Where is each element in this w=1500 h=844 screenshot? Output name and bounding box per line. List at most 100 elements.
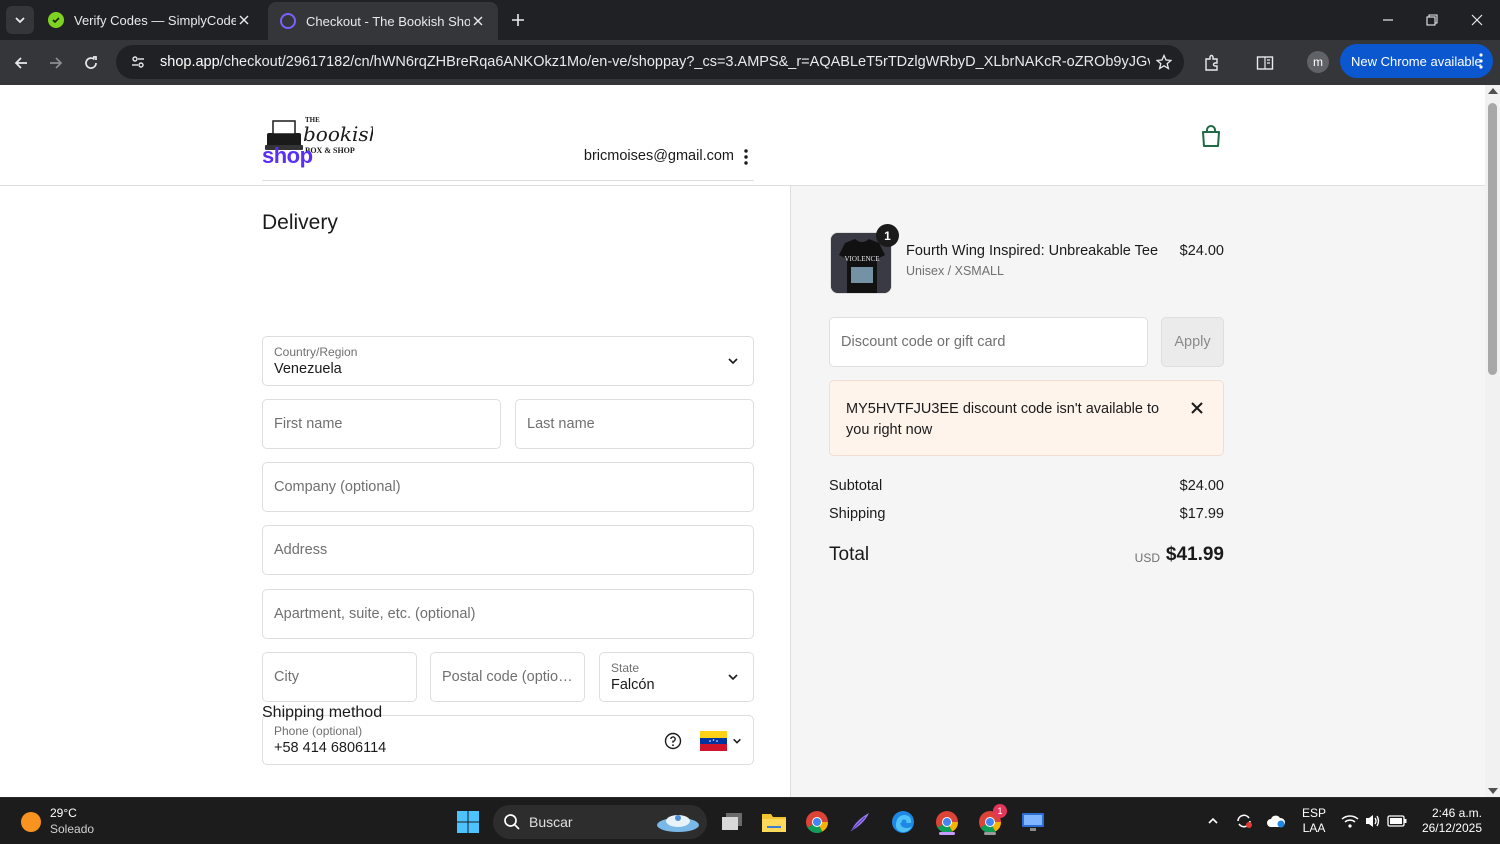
- shop-favicon-icon: [280, 13, 296, 29]
- clock-time: 2:46 a.m.: [1431, 806, 1482, 820]
- bookmark-button[interactable]: [1152, 50, 1176, 74]
- city-placeholder: City: [274, 669, 299, 685]
- reload-button[interactable]: [77, 49, 105, 77]
- file-explorer-button[interactable]: [758, 806, 790, 838]
- profile-avatar[interactable]: m: [1307, 51, 1329, 73]
- country-select[interactable]: Country/Region Venezuela: [262, 336, 754, 386]
- page-scrollbar[interactable]: [1485, 85, 1500, 797]
- chrome-profile-m-button[interactable]: [931, 806, 963, 838]
- product-price: $24.00: [1179, 243, 1224, 259]
- tab-simplycodes[interactable]: Verify Codes — SimplyCodes: [36, 0, 264, 40]
- new-tab-button[interactable]: [506, 8, 530, 32]
- language-code: ESP: [1302, 806, 1327, 820]
- sun-icon[interactable]: [21, 812, 41, 832]
- close-icon[interactable]: [470, 13, 486, 29]
- postal-code-input[interactable]: Postal code (option…: [430, 652, 585, 702]
- shipping-value: $17.99: [1179, 506, 1224, 522]
- address-input[interactable]: Address: [262, 525, 754, 575]
- first-name-placeholder: First name: [274, 416, 343, 432]
- company-input[interactable]: Company (optional): [262, 462, 754, 512]
- tab-title: Verify Codes — SimplyCodes: [74, 12, 236, 28]
- arrow-left-icon: [14, 57, 27, 69]
- scroll-up-arrow-icon[interactable]: [1488, 88, 1498, 94]
- scroll-down-arrow-icon[interactable]: [1488, 788, 1498, 794]
- shipping-label: Shipping: [829, 506, 886, 522]
- taskbar-search[interactable]: Buscar: [493, 805, 707, 839]
- url-path: /checkout/29617182/cn/hWN6rqZHBreRqa6ANK…: [219, 54, 1150, 70]
- weather-description[interactable]: Soleado: [50, 822, 94, 836]
- tab-checkout[interactable]: Checkout - The Bookish Shop: [268, 2, 498, 40]
- wifi-tray-button[interactable]: [1339, 798, 1361, 844]
- back-button[interactable]: [7, 49, 35, 77]
- start-button[interactable]: [452, 806, 484, 838]
- close-icon[interactable]: [236, 12, 252, 28]
- folder-icon: [762, 814, 786, 832]
- discount-code-input[interactable]: Discount code or gift card: [829, 317, 1148, 367]
- state-value: Falcón: [611, 677, 655, 693]
- weather-temperature[interactable]: 29°C: [50, 806, 77, 820]
- phone-country-select[interactable]: [700, 731, 752, 753]
- simplycodes-favicon-icon: [48, 12, 64, 28]
- state-select[interactable]: State Falcón: [599, 652, 754, 702]
- feather-icon: [850, 813, 869, 832]
- phone-input[interactable]: Phone (optional) +58 414 6806114: [262, 715, 754, 765]
- forward-button[interactable]: [42, 49, 70, 77]
- apartment-input[interactable]: Apartment, suite, etc. (optional): [262, 589, 754, 639]
- address-bar[interactable]: shop.app/checkout/29617182/cn/hWN6rqZHBr…: [116, 45, 1184, 79]
- windows-logo-icon: [457, 811, 479, 833]
- help-circle-icon[interactable]: [664, 732, 682, 750]
- arrow-right-icon: [50, 57, 63, 69]
- show-hidden-icons-button[interactable]: [1202, 798, 1224, 844]
- browser-toolbar: shop.app/checkout/29617182/cn/hWN6rqZHBr…: [0, 40, 1500, 85]
- chevron-up-icon: [1208, 817, 1218, 824]
- logo-line-2: bookish: [303, 122, 373, 146]
- extensions-button[interactable]: [1198, 49, 1226, 77]
- sync-tray-button[interactable]: [1233, 798, 1255, 844]
- more-vert-icon: [744, 149, 748, 165]
- search-highlight-icon: [657, 815, 699, 832]
- company-placeholder: Company (optional): [274, 479, 401, 495]
- system-clock[interactable]: 2:46 a.m. 26/12/2025: [1418, 806, 1482, 836]
- tune-icon: [132, 56, 144, 68]
- close-icon: [1191, 402, 1203, 414]
- battery-tray-button[interactable]: [1386, 798, 1408, 844]
- input-language-button[interactable]: ESP LAA: [1302, 806, 1326, 836]
- edge-button[interactable]: [887, 806, 919, 838]
- total-currency: USD: [1134, 551, 1160, 565]
- volume-tray-button[interactable]: [1362, 798, 1384, 844]
- wifi-icon: [1341, 815, 1359, 828]
- task-view-button[interactable]: [716, 806, 748, 838]
- notification-badge: 1: [993, 804, 1007, 818]
- scroll-thumb[interactable]: [1488, 103, 1497, 375]
- more-vert-icon: [1479, 53, 1483, 69]
- edge-icon: [892, 811, 914, 833]
- alert-message: MY5HVTFJU3EE discount code isn't availab…: [846, 401, 1160, 438]
- last-name-input[interactable]: Last name: [515, 399, 754, 449]
- city-input[interactable]: City: [262, 652, 417, 702]
- chrome-button[interactable]: [801, 806, 833, 838]
- delivery-heading: Delivery: [262, 211, 338, 234]
- subtotal-label: Subtotal: [829, 478, 883, 494]
- tab-search-button[interactable]: [6, 6, 34, 34]
- apply-discount-button[interactable]: Apply: [1161, 317, 1224, 367]
- puzzle-icon: [1205, 54, 1218, 71]
- feather-app-button[interactable]: [844, 806, 876, 838]
- restore-button[interactable]: [1410, 0, 1454, 40]
- site-info-button[interactable]: [126, 50, 150, 74]
- windows-taskbar: 29°C Soleado Buscar 1 ESP LAA 2:46 a.m. …: [0, 797, 1500, 844]
- close-window-button[interactable]: [1455, 0, 1499, 40]
- browser-tab-bar: Verify Codes — SimplyCodes Checkout - Th…: [0, 0, 1500, 40]
- cart-button[interactable]: [1198, 123, 1224, 149]
- minimize-button[interactable]: [1366, 0, 1410, 40]
- first-name-input[interactable]: First name: [262, 399, 501, 449]
- new-chrome-available-button[interactable]: New Chrome available: [1340, 44, 1493, 78]
- plus-icon: [512, 14, 524, 26]
- remote-desktop-button[interactable]: [1017, 806, 1049, 838]
- onedrive-tray-button[interactable]: [1264, 798, 1288, 844]
- chrome-profile-2-button[interactable]: 1: [974, 804, 1007, 838]
- restore-icon: [1426, 14, 1438, 26]
- reading-mode-button[interactable]: [1251, 49, 1279, 77]
- minimize-icon: [1383, 19, 1393, 21]
- account-menu-button[interactable]: [738, 148, 754, 166]
- dismiss-alert-button[interactable]: [1188, 399, 1206, 417]
